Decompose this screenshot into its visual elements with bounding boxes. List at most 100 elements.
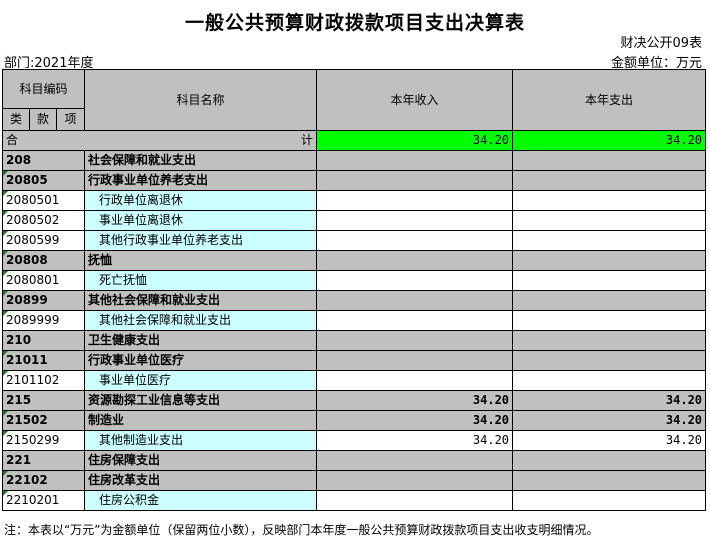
table-row: 20805 行政事业单位养老支出 <box>1 170 707 191</box>
expense-cell <box>512 290 707 311</box>
footnote: 注：本表以“万元”为金额单位（保留两位小数），反映部门本年度一般公共预算财政拨款… <box>4 523 599 537</box>
expense-cell <box>512 150 707 171</box>
table-row: 20808 抚恤 <box>1 250 707 271</box>
expenditure-table: 科目编码 科目名称 本年收入 本年支出 类 款 项 合 计 34.20 34.2… <box>1 69 707 511</box>
expense-cell <box>512 370 707 391</box>
income-cell <box>316 370 514 391</box>
expense-cell <box>512 490 707 511</box>
expense-cell <box>512 250 707 271</box>
income-cell: 34.20 <box>316 430 514 451</box>
subject-name-cell: 死亡抚恤 <box>84 270 318 291</box>
income-cell <box>316 170 514 191</box>
total-row: 合 计 34.20 34.20 <box>1 130 707 151</box>
subject-name-cell: 行政事业单位养老支出 <box>84 170 318 191</box>
table-row: 21011 行政事业单位医疗 <box>1 350 707 371</box>
table-row: 2210201 住房公积金 <box>1 490 707 511</box>
total-label: 合 计 <box>1 130 318 151</box>
income-cell <box>316 150 514 171</box>
subject-code-cell: 2150299 <box>1 430 86 451</box>
income-header: 本年收入 <box>316 69 514 131</box>
section-header: 款 <box>29 108 57 131</box>
expense-cell <box>512 450 707 471</box>
expense-cell <box>512 190 707 211</box>
subject-name-cell: 制造业 <box>84 410 318 431</box>
income-cell <box>316 350 514 371</box>
subject-name-cell: 抚恤 <box>84 250 318 271</box>
subject-code-header: 科目编码 <box>1 69 86 109</box>
table-row: 2080599 其他行政事业单位养老支出 <box>1 230 707 251</box>
expense-cell <box>512 330 707 351</box>
item-header: 项 <box>55 108 86 131</box>
subject-code-cell: 2089999 <box>1 310 86 331</box>
expense-cell: 34.20 <box>512 410 707 431</box>
expense-cell <box>512 210 707 231</box>
total-label-right: 计 <box>301 133 314 147</box>
table-row: 2080801 死亡抚恤 <box>1 270 707 291</box>
subject-code-cell: 2210201 <box>1 490 86 511</box>
subject-code-cell: 20805 <box>1 170 86 191</box>
subject-name-cell: 资源勘探工业信息等支出 <box>84 390 318 411</box>
total-label-left: 合 <box>6 133 19 147</box>
expense-cell <box>512 350 707 371</box>
subject-code-cell: 2080502 <box>1 210 86 231</box>
table-row: 21502 制造业 34.20 34.20 <box>1 410 707 431</box>
table-row: 221 住房保障支出 <box>1 450 707 471</box>
table-row: 22102 住房改革支出 <box>1 470 707 491</box>
subject-name-cell: 行政单位离退休 <box>84 190 318 211</box>
subject-name-header: 科目名称 <box>84 69 318 131</box>
table-row: 2150299 其他制造业支出 34.20 34.20 <box>1 430 707 451</box>
expense-cell <box>512 310 707 331</box>
subject-code-cell: 210 <box>1 330 86 351</box>
income-cell <box>316 230 514 251</box>
expense-cell <box>512 270 707 291</box>
income-cell <box>316 270 514 291</box>
subject-code-cell: 208 <box>1 150 86 171</box>
expense-cell <box>512 470 707 491</box>
subject-code-cell: 20899 <box>1 290 86 311</box>
expense-header: 本年支出 <box>512 69 707 131</box>
subject-code-cell: 20808 <box>1 250 86 271</box>
income-cell <box>316 210 514 231</box>
table-row: 215 资源勘探工业信息等支出 34.20 34.20 <box>1 390 707 411</box>
table-row: 2080502 事业单位离退休 <box>1 210 707 231</box>
expense-cell <box>512 170 707 191</box>
table-row: 20899 其他社会保障和就业支出 <box>1 290 707 311</box>
income-cell <box>316 190 514 211</box>
subject-name-cell: 行政事业单位医疗 <box>84 350 318 371</box>
subject-name-cell: 其他社会保障和就业支出 <box>84 310 318 331</box>
income-cell <box>316 250 514 271</box>
subject-code-cell: 2101102 <box>1 370 86 391</box>
subject-code-cell: 215 <box>1 390 86 411</box>
income-cell: 34.20 <box>316 390 514 411</box>
subject-code-cell: 21011 <box>1 350 86 371</box>
subject-name-cell: 社会保障和就业支出 <box>84 150 318 171</box>
income-cell <box>316 330 514 351</box>
subject-code-cell: 2080801 <box>1 270 86 291</box>
form-number: 财决公开09表 <box>620 36 702 51</box>
expense-cell: 34.20 <box>512 430 707 451</box>
income-cell <box>316 310 514 331</box>
total-expense: 34.20 <box>512 130 707 151</box>
subject-name-cell: 住房保障支出 <box>84 450 318 471</box>
class-header: 类 <box>2 108 30 131</box>
subject-code-cell: 2080501 <box>1 190 86 211</box>
table-row: 2080501 行政单位离退休 <box>1 190 707 211</box>
table-row: 208 社会保障和就业支出 <box>1 150 707 171</box>
subject-name-cell: 住房公积金 <box>84 490 318 511</box>
total-income: 34.20 <box>316 130 514 151</box>
subject-code-cell: 22102 <box>1 470 86 491</box>
report-title: 一般公共预算财政拨款项目支出决算表 <box>184 12 525 34</box>
subject-name-cell: 住房改革支出 <box>84 470 318 491</box>
income-cell <box>316 470 514 491</box>
income-cell <box>316 290 514 311</box>
subject-name-cell: 其他制造业支出 <box>84 430 318 451</box>
subject-name-cell: 卫生健康支出 <box>84 330 318 351</box>
expense-cell <box>512 230 707 251</box>
subject-code-cell: 221 <box>1 450 86 471</box>
subject-code-cell: 21502 <box>1 410 86 431</box>
table-row: 2101102 事业单位医疗 <box>1 370 707 391</box>
income-cell: 34.20 <box>316 410 514 431</box>
income-cell <box>316 450 514 471</box>
subject-name-cell: 其他行政事业单位养老支出 <box>84 230 318 251</box>
income-cell <box>316 490 514 511</box>
